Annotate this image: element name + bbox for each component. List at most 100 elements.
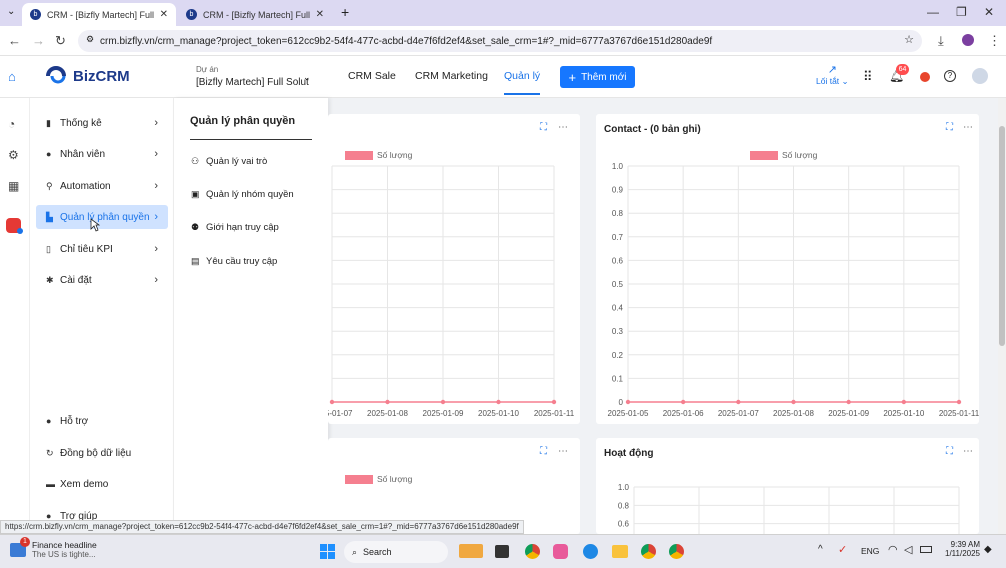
dashboard-icon[interactable]: ◔ [8,117,15,131]
nav-quan-ly[interactable]: Quản lý [504,70,541,95]
tab-list-icon[interactable]: ⌄ [7,6,15,17]
submenu-item-yeu-cau[interactable]: ▤ Yêu cầu truy cập [191,256,277,267]
nav-crm-sale[interactable]: CRM Sale [348,70,396,82]
sidebar-item-dong-bo[interactable]: ↻ Đồng bộ dữ liệu [36,441,168,465]
submenu-item-gioi-han[interactable]: ⚉ Giới hạn truy cập [191,222,279,233]
notification-badge: 64 [896,64,909,75]
taskbar-search[interactable]: ⌕ Search [344,541,448,563]
scrollbar-track[interactable] [998,98,1006,534]
chrome-icon[interactable] [641,544,656,559]
settings-icon[interactable]: ⚙ [8,148,19,162]
task-view-icon[interactable] [495,545,509,558]
bookmark-star-icon[interactable]: ☆ [904,33,914,46]
add-new-button[interactable]: + Thêm mới [560,66,635,88]
nav-crm-marketing[interactable]: CRM Marketing [415,70,488,82]
expand-icon[interactable]: ⛶ [540,446,547,457]
x-tick-label: 2025-01-06 [663,409,704,418]
chevron-down-icon[interactable]: ⌄ [303,72,311,83]
sidebar-item-automation[interactable]: ⚲ Automation › [36,174,168,198]
tray-chevron-up-icon[interactable]: ^ [818,544,823,555]
y-tick-label: 0.7 [612,233,624,242]
submenu-item-label: Giới hạn truy cập [206,222,279,233]
shortcut-menu[interactable]: ↗ Lối tắt ⌄ [816,63,849,87]
back-icon[interactable]: ← [8,33,21,48]
browser-tab-active[interactable]: b CRM - [Bizfly Martech] Full Solu ✕ [22,3,176,26]
sidebar-item-cai-dat[interactable]: ✱ Cài đặt › [36,268,168,292]
more-icon[interactable]: ⋯ [558,446,568,457]
wifi-icon[interactable]: ◠ [888,543,898,556]
record-icon[interactable] [920,72,930,82]
submenu-item-vai-tro[interactable]: ⚇ Quản lý vai trò [191,156,267,167]
chart-left-svg: 2025-01-07 2025-01-08 2025-01-09 2025-01-10… [328,165,575,418]
sidebar-item-label: Đồng bộ dữ liệu [60,447,132,459]
sidebar-item-label: Quản lý phân quyền [60,211,150,223]
chrome-icon[interactable] [669,544,684,559]
limit-icon: ⚉ [191,222,200,232]
chevron-right-icon: › [154,117,158,129]
automation-icon: ⚲ [46,180,53,191]
language-indicator[interactable]: ENG [861,546,879,556]
grid-icon[interactable]: ▦ [8,179,19,193]
data-point [901,399,907,405]
sidebar-item-quan-ly-phan-quyen[interactable]: ▙ Quản lý phân quyền › [36,205,168,229]
bizfly-favicon-icon: b [30,9,41,20]
browser-tab[interactable]: b CRM - [Bizfly Martech] Full Solu ✕ [178,3,332,26]
y-tick-label: 0.6 [612,256,624,265]
forward-icon[interactable]: → [32,33,45,48]
battery-icon[interactable] [920,546,932,553]
widget-app-icon[interactable] [459,544,483,558]
demo-icon: ▬ [46,479,55,489]
add-new-label: Thêm mới [581,71,627,83]
bar-chart-icon: ▮ [46,117,51,128]
shortcut-icon: ↗ [827,64,837,76]
close-window-icon[interactable]: ✕ [984,5,994,19]
profile-icon[interactable] [962,34,974,46]
home-icon[interactable]: ⌂ [8,69,16,84]
data-point [551,399,557,405]
site-info-icon[interactable]: ⚙ [86,34,94,45]
project-selector[interactable]: Dự án [Bizfly Martech] Full Solut [196,65,309,88]
reload-icon[interactable]: ↻ [55,33,66,49]
sidebar-item-chi-tieu-kpi[interactable]: ▯ Chỉ tiêu KPI › [36,237,168,261]
notification-center-icon[interactable]: ◆ [984,544,992,555]
apps-grid-icon[interactable]: ⠿ [863,69,873,85]
close-tab-icon[interactable]: ✕ [316,9,324,20]
data-point [956,399,962,405]
scrollbar-thumb[interactable] [999,126,1005,346]
chrome-icon[interactable] [525,544,540,559]
activity-chart-card: Hoạt động ⛶ ⋯ 1.00.80.60.4 [596,438,979,534]
clock[interactable]: 9:39 AM 1/11/2025 [940,540,980,558]
kpi-icon: ▯ [46,243,51,254]
file-explorer-icon[interactable] [612,545,628,558]
x-tick-label: 2025-01-09 [423,409,464,418]
news-widget[interactable]: 1 Finance headline The US is tighte... [10,537,97,559]
sidebar-item-xem-demo[interactable]: ▬ Xem demo [36,472,168,496]
close-tab-icon[interactable]: ✕ [160,9,168,20]
data-point [625,399,631,405]
logo[interactable]: BizCRM [46,66,130,86]
sidebar-item-nhan-vien[interactable]: ● Nhân viên › [36,142,168,166]
tray-app-icon[interactable]: ✓ [838,543,847,556]
download-icon[interactable]: ⤓ [938,33,944,49]
sidebar-item-ho-tro[interactable]: ● Hỗ trợ [36,409,168,433]
url-text: crm.bizfly.vn/crm_manage?project_token=6… [100,35,713,47]
windows-start-icon[interactable] [320,544,335,559]
maximize-icon[interactable]: ❐ [956,5,967,19]
permission-icon: ▙ [46,211,53,222]
project-label: Dự án [196,65,219,74]
edge-icon[interactable] [583,544,598,559]
submenu-item-label: Quản lý nhóm quyền [206,189,294,200]
chevron-right-icon: › [154,211,158,223]
help-circle-icon[interactable]: ? [944,70,956,82]
chrome-menu-icon[interactable]: ⋮ [988,33,1001,49]
sidebar-item-thong-ke[interactable]: ▮ Thống kê › [36,111,168,135]
volume-icon[interactable]: ◁ [904,543,912,556]
new-tab-icon[interactable]: + [341,4,349,20]
shortcut-label: Lối tắt [816,76,840,86]
submenu-item-nhom-quyen[interactable]: ▣ Quản lý nhóm quyền [191,189,294,200]
url-input[interactable]: ⚙ crm.bizfly.vn/crm_manage?project_token… [78,30,922,52]
app-icon[interactable] [553,544,568,559]
avatar[interactable] [972,68,988,84]
minimize-icon[interactable]: — [927,5,939,19]
y-tick-label: 1.0 [612,162,624,171]
